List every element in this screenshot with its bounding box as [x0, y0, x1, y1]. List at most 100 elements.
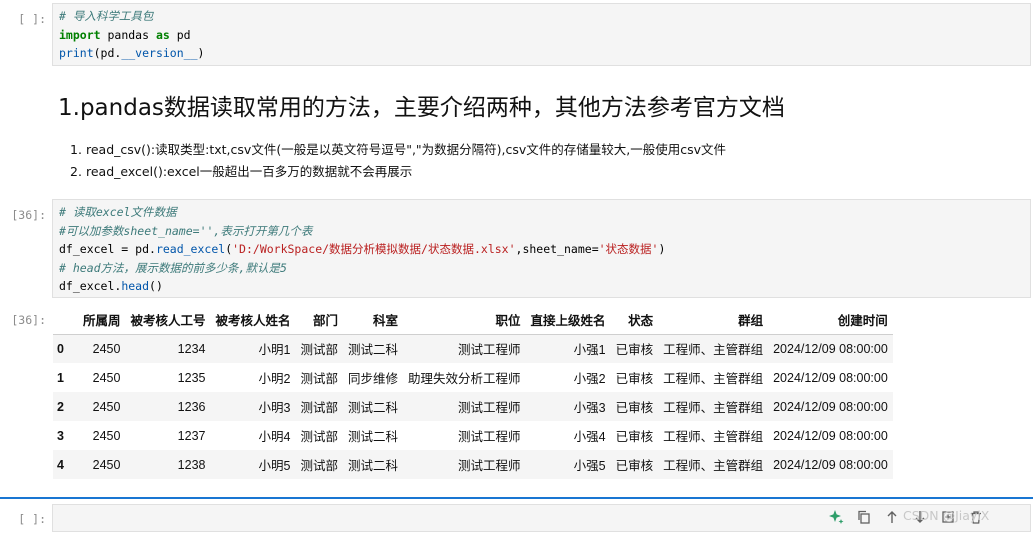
column-header: 群组: [658, 305, 769, 335]
table-cell: 工程师、主管群组: [663, 401, 764, 415]
output-prompt: [36]:: [11, 313, 46, 327]
table-cell: 已审核: [615, 401, 654, 415]
code-token: # 读取excel文件数据: [59, 205, 177, 219]
table-cell: 已审核: [615, 372, 654, 386]
code-token: pandas: [100, 27, 156, 42]
code-line: # 导入科学工具包: [59, 7, 1024, 26]
watermark: CSDN @JiayiX: [903, 508, 990, 523]
code-token: # 导入科学工具包: [59, 9, 154, 23]
active-cell-indicator: [0, 497, 1033, 499]
cell-prompt: [ ]:: [18, 12, 46, 26]
code-token: head: [121, 279, 150, 293]
markdown-heading: 1.pandas数据读取常用的方法，主要介绍两种，其他方法参考官方文档: [58, 95, 785, 121]
table-cell: 测试工程师: [458, 401, 521, 415]
table-cell: 测试部: [300, 430, 339, 444]
table-cell: 测试工程师: [458, 343, 521, 358]
code-line: print(pd.__version__): [59, 44, 1024, 63]
code-line: import pandas as pd: [59, 26, 1024, 45]
table-cell: 小强4: [573, 430, 606, 444]
table-cell: 小明3: [258, 401, 291, 415]
cell-prompt: [36]:: [11, 208, 46, 222]
table-cell: 1238: [177, 457, 206, 472]
move-up-icon[interactable]: [884, 509, 900, 525]
column-header: 所属周: [77, 305, 126, 335]
code-token: (pd.: [93, 46, 122, 60]
table-row: 4 2450 1238 小明5 测试部 测试二科 测试工程师 小强5 已审核 工程师、主管群组 20…: [53, 450, 893, 479]
table-cell: 小强5: [573, 459, 606, 473]
column-header: 状态: [610, 305, 659, 335]
table-cell: 测试工程师: [458, 459, 521, 473]
code-token: df_excel = pd.: [59, 242, 156, 256]
row-index: 4: [57, 457, 64, 472]
table-cell: 已审核: [615, 459, 654, 473]
table-cell: 测试二科: [348, 401, 399, 415]
table-cell: 测试二科: [348, 430, 399, 444]
code-cell-import[interactable]: # 导入科学工具包 import pandas as pd print(pd.__v…: [52, 3, 1031, 66]
column-header: 直接上级姓名: [525, 305, 611, 335]
table-cell: 测试二科: [348, 343, 399, 358]
copy-icon[interactable]: [856, 509, 872, 525]
cell-prompt: [ ]:: [18, 512, 46, 526]
row-index: 0: [57, 341, 64, 356]
table-cell: 工程师、主管群组: [663, 430, 764, 444]
table-cell: 工程师、主管群组: [663, 343, 764, 358]
code-line: df_excel.head(): [59, 277, 1024, 296]
column-header: 科室: [343, 305, 404, 335]
code-token: '状态数据': [598, 242, 659, 256]
row-index: 2: [57, 399, 64, 414]
code-token: (): [149, 279, 163, 293]
code-token: ): [658, 242, 666, 256]
table-cell: 已审核: [615, 343, 654, 358]
table-row: 1 2450 1235 小明2 测试部 同步维修 助理失效分析工程师 小强2 已审核 工程师、主管…: [53, 363, 893, 392]
table-cell: 同步维修: [348, 372, 399, 386]
list-item-text: read_csv():读取类型:txt,csv文件(一般是以英文符号逗号","为…: [86, 142, 727, 157]
code-token: ,sheet_name=: [515, 242, 599, 256]
table-cell: 2024/12/09 08:00:00: [773, 399, 888, 414]
table-cell: 2024/12/09 08:00:00: [773, 457, 888, 472]
list-item: 1. read_csv():读取类型:txt,csv文件(一般是以英文符号逗号",…: [70, 139, 726, 161]
table-cell: 已审核: [615, 430, 654, 444]
table-cell: 小强2: [573, 372, 606, 386]
code-token: 'D:/WorkSpace/数据分析模拟数据/状态数据.xlsx': [232, 242, 516, 256]
code-token: __version__: [121, 46, 198, 60]
code-token: as: [155, 27, 170, 42]
markdown-list: 1. read_csv():读取类型:txt,csv文件(一般是以英文符号逗号",…: [70, 139, 726, 183]
column-header: 部门: [295, 305, 344, 335]
code-token: df_excel.: [59, 279, 122, 293]
table-cell: 2450: [92, 370, 121, 385]
code-token: # head方法，展示数据的前多少条,默认是5: [59, 260, 287, 275]
code-line: # head方法，展示数据的前多少条,默认是5: [59, 259, 1024, 278]
table-cell: 测试部: [300, 372, 339, 386]
table-cell: 测试部: [300, 401, 339, 415]
column-header: 被考核人姓名: [210, 305, 296, 335]
table-cell: 1236: [177, 399, 206, 414]
code-token: read_excel: [155, 242, 226, 256]
table-row: 3 2450 1237 小明4 测试部 测试二科 测试工程师 小强4 已审核 工程师、主管群组 20…: [53, 421, 893, 450]
code-cell-read-excel[interactable]: # 读取excel文件数据 #可以加参数sheet_name='',表示打开第几个…: [52, 199, 1031, 298]
table-cell: 测试部: [300, 459, 339, 473]
column-header: 创建时间: [768, 305, 893, 335]
table-row: 2 2450 1236 小明3 测试部 测试二科 测试工程师 小强3 已审核 工程师、主管群组 20…: [53, 392, 893, 421]
code-token: import: [59, 27, 101, 42]
column-header: [53, 305, 78, 335]
table-cell: 小明5: [258, 459, 291, 473]
dataframe-table: 所属周 被考核人工号 被考核人姓名 部门 科室 职位 直接上级姓名 状态 群组 创建时间 0 2450…: [53, 305, 893, 479]
table-cell: 2450: [92, 428, 121, 443]
sparkle-icon[interactable]: [828, 509, 844, 525]
table-cell: 助理失效分析工程师: [408, 372, 521, 386]
code-line: # 读取excel文件数据: [59, 203, 1024, 222]
code-token: ): [197, 46, 205, 60]
code-line: df_excel = pd.read_excel('D:/WorkSpace/数…: [59, 240, 1024, 259]
table-cell: 2450: [92, 399, 121, 414]
table-cell: 1235: [177, 370, 206, 385]
row-index: 3: [57, 428, 64, 443]
code-token: print: [59, 46, 94, 60]
table-cell: 1237: [177, 428, 206, 443]
column-header: 职位: [403, 305, 526, 335]
table-cell: 1234: [177, 341, 206, 356]
table-cell: 小明2: [258, 372, 291, 386]
code-token: pd: [169, 27, 191, 42]
table-cell: 小明1: [258, 343, 291, 358]
table-cell: 测试部: [300, 343, 339, 358]
row-index: 1: [57, 370, 64, 385]
